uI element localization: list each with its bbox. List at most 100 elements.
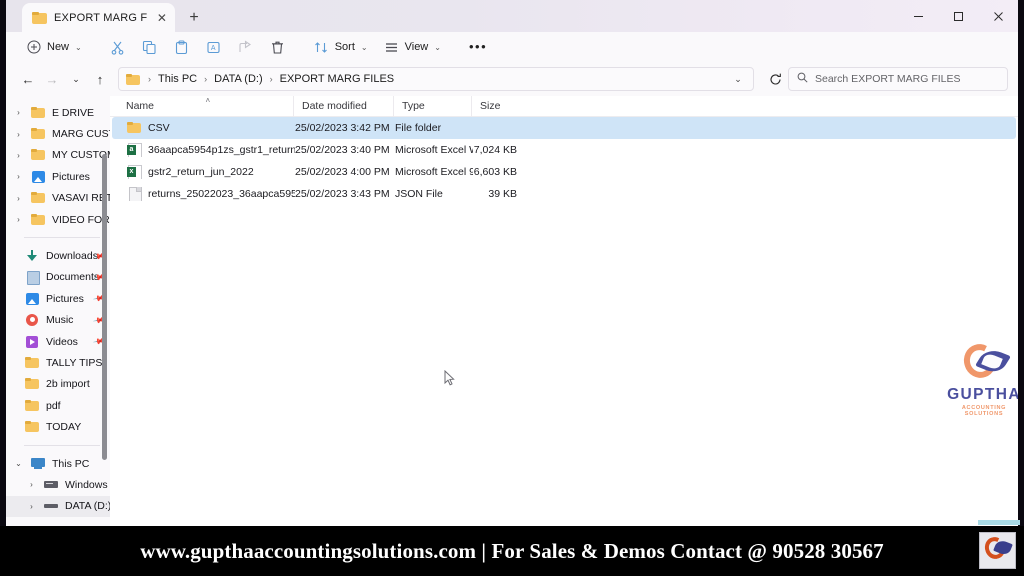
sidebar-item-label: Downloads	[46, 250, 98, 263]
new-button[interactable]: New ⌄	[18, 34, 90, 60]
navigation-pane[interactable]: ›E DRIVE›MARG CUSTOM›MY CUSTOMER›Picture…	[6, 96, 110, 526]
breadcrumb-separator: ›	[148, 74, 151, 84]
banner-text: www.gupthaaccountingsolutions.com | For …	[140, 538, 884, 563]
chevron-right-icon[interactable]: ›	[12, 215, 25, 224]
breadcrumb-data-d[interactable]: DATA (D:)	[213, 73, 263, 85]
xls-file-icon: a	[127, 143, 142, 157]
file-name: gstr2_return_jun_2022	[148, 166, 254, 178]
svg-text:A: A	[211, 45, 216, 52]
sidebar-item-tally-tips[interactable]: TALLY TIPS	[6, 352, 110, 373]
table-row[interactable]: CSV 25/02/2023 3:42 PM File folder	[112, 117, 1016, 139]
promo-banner: www.gupthaaccountingsolutions.com | For …	[0, 526, 1024, 576]
column-header-date-modified[interactable]: Date modified	[293, 95, 393, 117]
rename-button[interactable]: A	[198, 34, 230, 60]
sidebar-item-downloads[interactable]: Downloads 📌	[6, 245, 110, 266]
delete-button[interactable]	[262, 34, 294, 60]
column-header-size[interactable]: Size	[471, 95, 523, 117]
sidebar-item-label: Music	[46, 314, 74, 327]
sidebar-item-this-pc[interactable]: ⌄ This PC	[6, 453, 110, 474]
highlight-strip	[978, 520, 1020, 525]
up-button[interactable]: ↑	[88, 67, 112, 91]
table-row[interactable]: returns_25022023_36aapca5954p1zs_jun_...…	[112, 183, 1016, 205]
sidebar-item-windows-c[interactable]: › Windows (C:)	[6, 474, 110, 495]
folder-icon	[31, 191, 46, 205]
chevron-down-icon: ⌄	[72, 73, 80, 84]
minimize-icon[interactable]	[898, 0, 938, 32]
search-input[interactable]: Search EXPORT MARG FILES	[788, 67, 1008, 91]
chevron-right-icon[interactable]: ›	[12, 130, 25, 139]
chevron-right-icon[interactable]: ›	[12, 108, 25, 117]
file-list-pane: Name ˄ Date modified Type Size CSV 25/02/2023…	[110, 95, 1018, 526]
documents-icon	[25, 270, 40, 286]
chevron-right-icon[interactable]: ›	[12, 151, 25, 160]
sidebar-item-label: pdf	[46, 399, 61, 412]
sidebar-item-marg-custom[interactable]: › MARG CUSTOM	[6, 123, 110, 144]
copy-button[interactable]	[134, 34, 166, 60]
folder-icon	[31, 106, 46, 120]
view-button[interactable]: View ⌄	[376, 34, 449, 60]
tab-export-marg-files[interactable]: EXPORT MARG FILES ✕	[22, 3, 175, 32]
chevron-down-icon: ⌄	[360, 42, 368, 52]
plus-circle-icon	[26, 39, 42, 55]
sidebar-item-label: TALLY TIPS	[46, 356, 103, 369]
table-row[interactable]: a 36aapca5954p1zs_gstr1_return_jun_202225…	[112, 139, 1016, 161]
guptha-watermark: GUPTHA ACCOUNTING SOLUTIONS	[942, 339, 1018, 417]
breadcrumb-separator: ›	[269, 74, 273, 84]
chevron-down-icon: ⌄	[75, 42, 82, 52]
sort-button[interactable]: Sort ⌄	[306, 34, 376, 60]
sidebar-divider	[24, 444, 100, 446]
column-header-label: Date modified	[302, 100, 367, 112]
sidebar-item-vasavi-retail[interactable]: ›VASAVI RETAIL	[6, 188, 110, 209]
sidebar-item-2b-import[interactable]: 2b import	[6, 374, 110, 395]
sidebar-item-label: E DRIVE	[52, 106, 95, 119]
sidebar-scrollbar[interactable]	[102, 154, 107, 460]
pictures-icon	[25, 292, 40, 306]
address-tail: ⌄	[727, 68, 749, 90]
share-button[interactable]	[230, 34, 262, 60]
file-date-cell: 25/02/2023 4:00 PM	[295, 166, 390, 178]
table-row[interactable]: x gstr2_return_jun_2022 25/02/2023 4:00 PM…	[112, 161, 1016, 183]
column-header-name[interactable]: Name ˄	[118, 96, 293, 117]
address-bar[interactable]: › This PC › DATA (D:) › EXPORT MARG FILE…	[118, 67, 754, 91]
sidebar-item-label: Videos	[46, 335, 78, 348]
drive-icon	[44, 478, 59, 492]
new-tab-button[interactable]: +	[184, 8, 204, 28]
chevron-down-icon[interactable]: ⌄	[727, 68, 749, 90]
breadcrumb-export-marg-files[interactable]: EXPORT MARG FILES	[279, 73, 396, 85]
sidebar-item-e-drive[interactable]: › E DRIVE	[6, 102, 110, 123]
column-header-label: Size	[480, 100, 501, 112]
sidebar-item-documents[interactable]: Documents 📌	[6, 267, 110, 288]
breadcrumb-this-pc[interactable]: This PC	[157, 73, 198, 85]
sidebar-item-my-customer[interactable]: ›MY CUSTOMER	[6, 145, 110, 166]
sidebar-item-pictures[interactable]: Pictures 📌	[6, 288, 110, 309]
sidebar-item-pdf[interactable]: pdf	[6, 395, 110, 416]
paste-button[interactable]	[166, 34, 198, 60]
more-options-button[interactable]: •••	[461, 34, 495, 60]
chevron-right-icon[interactable]: ›	[25, 480, 38, 489]
sidebar-item-music[interactable]: Music 📌	[6, 310, 110, 331]
breadcrumb-separator: ›	[204, 74, 208, 84]
maximize-icon[interactable]	[938, 0, 978, 32]
file-name: returns_25022023_36aapca5954p1zs_jun_...	[148, 188, 295, 200]
copy-icon	[142, 39, 158, 55]
scrollbar-thumb[interactable]	[102, 154, 107, 460]
chevron-right-icon[interactable]: ›	[12, 194, 25, 203]
sidebar-item-pictures[interactable]: › Pictures	[6, 166, 110, 187]
sidebar-item-video-for-ed[interactable]: ›VIDEO FOR ED	[6, 209, 110, 230]
chevron-right-icon[interactable]: ›	[12, 172, 25, 181]
cut-button[interactable]	[102, 34, 134, 60]
back-button[interactable]: ←	[16, 67, 40, 91]
sidebar-item-data-d[interactable]: › DATA (D:)	[6, 495, 110, 518]
sidebar-item-today[interactable]: TODAY	[6, 416, 110, 437]
chevron-right-icon[interactable]: ›	[25, 502, 38, 511]
forward-button[interactable]: →	[40, 67, 64, 91]
close-icon[interactable]	[978, 0, 1018, 32]
paste-icon	[174, 39, 190, 55]
close-tab-icon[interactable]: ✕	[155, 9, 169, 27]
refresh-button[interactable]	[762, 67, 788, 91]
file-rows: CSV 25/02/2023 3:42 PM File folder a 36aapca…	[110, 117, 1018, 205]
chevron-down-icon[interactable]: ⌄	[12, 459, 25, 468]
recent-locations-button[interactable]: ⌄	[64, 67, 88, 91]
sidebar-item-videos[interactable]: Videos 📌	[6, 331, 110, 352]
column-header-type[interactable]: Type	[393, 95, 471, 117]
